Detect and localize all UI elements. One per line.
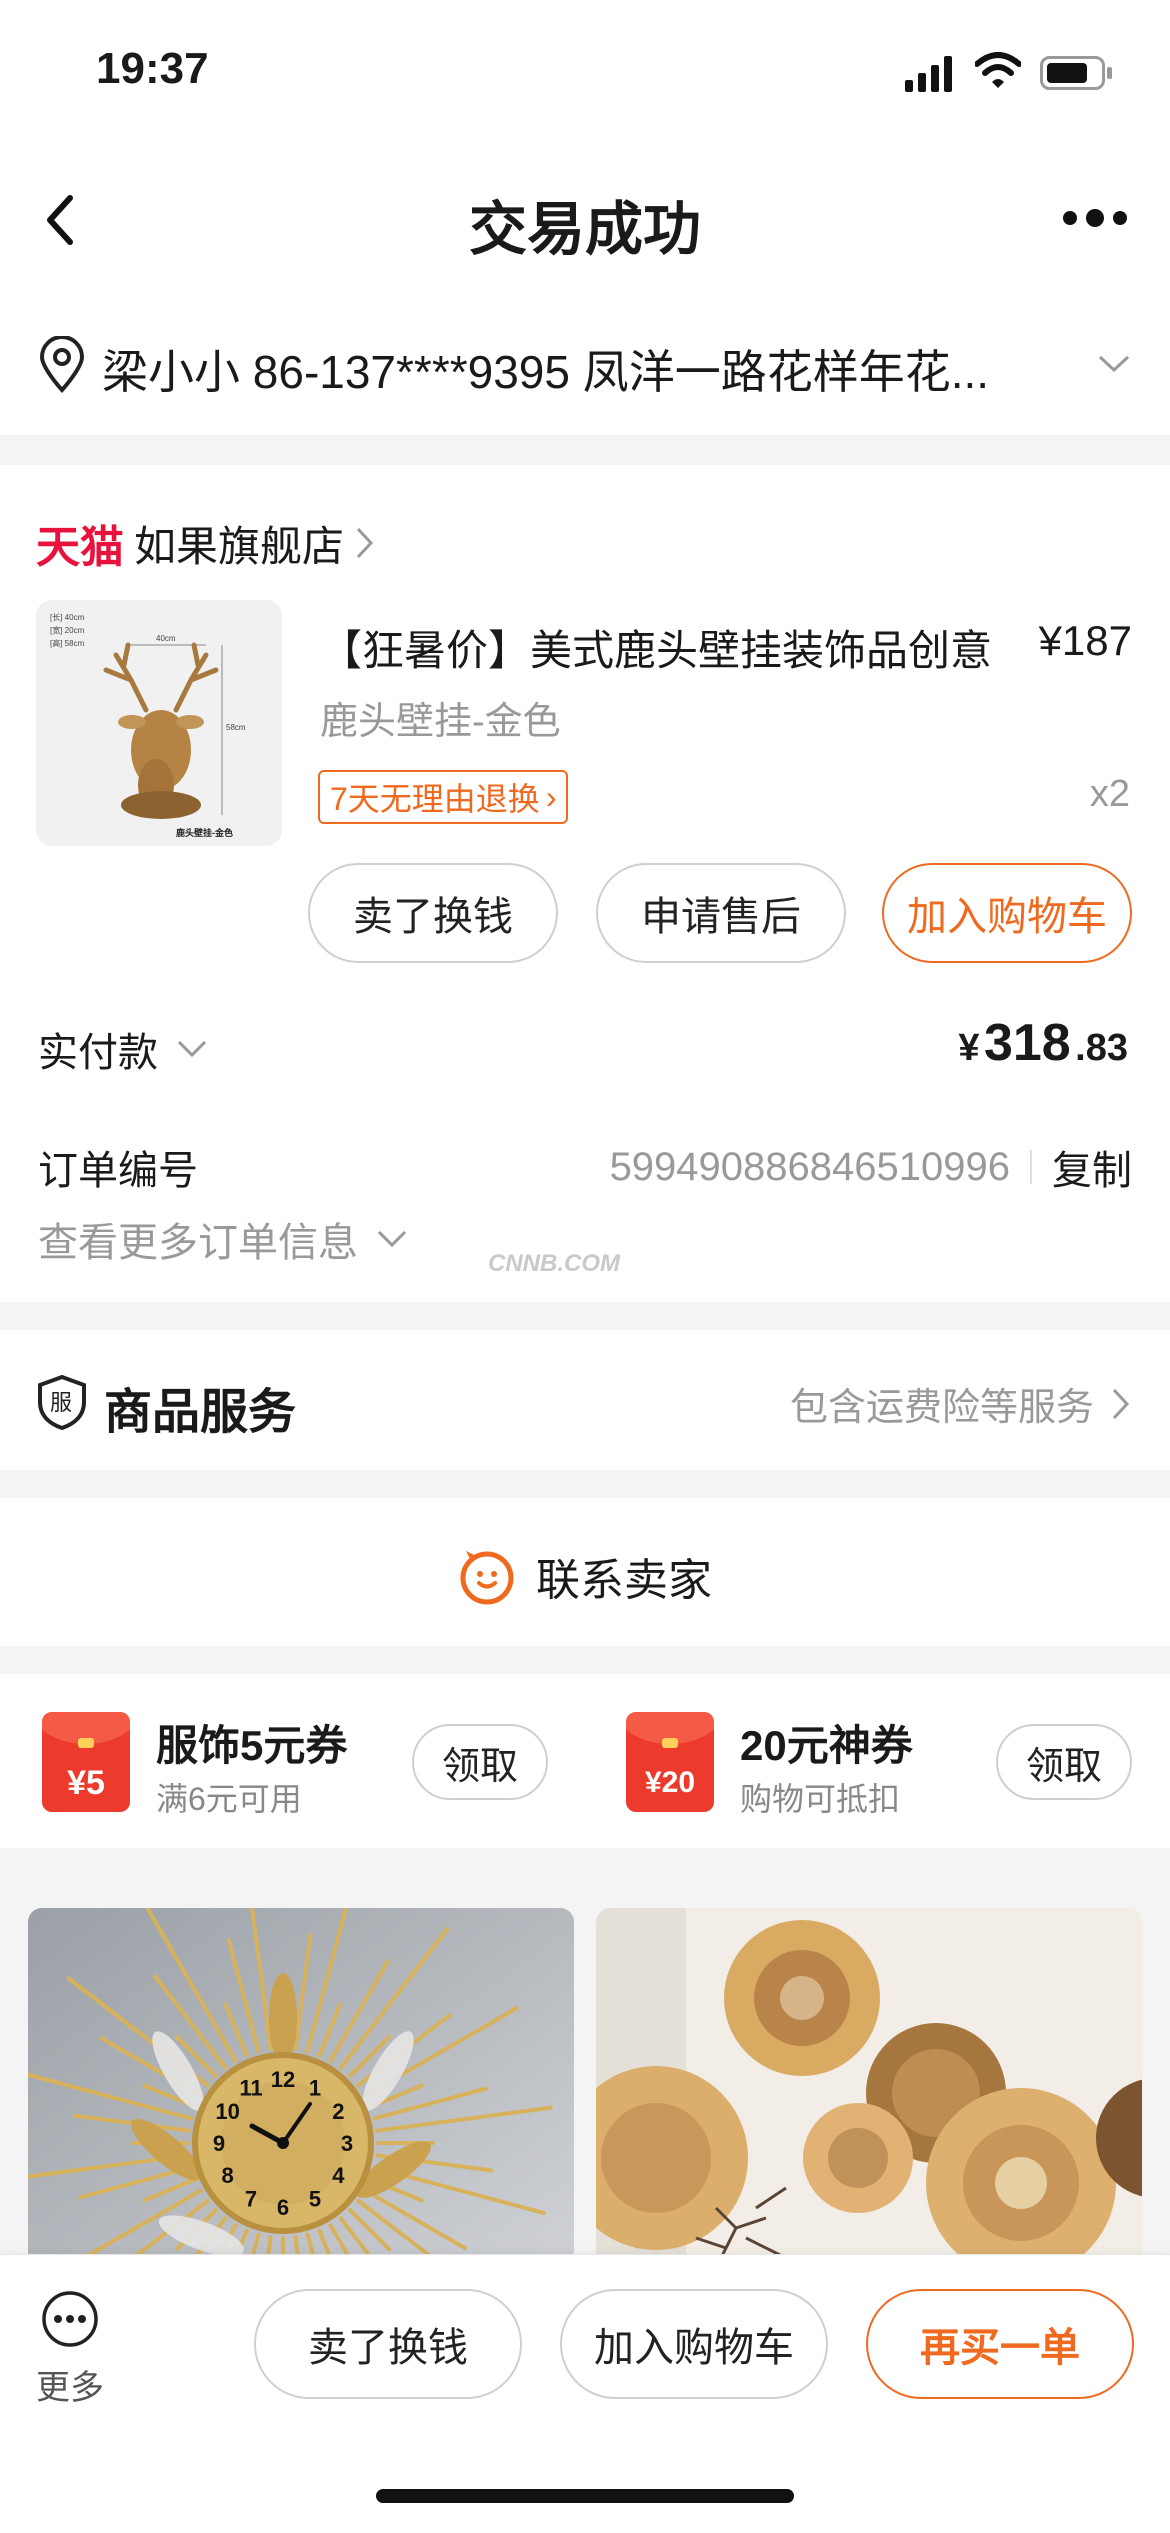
- status-time: 19:37: [96, 44, 209, 93]
- product-sku: 鹿头壁挂-金色: [320, 701, 561, 743]
- location-pin-icon: [39, 336, 85, 393]
- service-desc: 包含运费险等服务: [789, 1387, 1094, 1429]
- more-order-info[interactable]: 查看更多订单信息: [38, 1210, 408, 1268]
- order-card: 天猫 如果旗舰店 [长] 40cm [宽] 20cm [高] 58cm 40cm…: [0, 465, 1170, 1302]
- page-title: 交易成功: [468, 197, 701, 262]
- chevron-down-icon: [377, 1230, 407, 1248]
- signal-icon: [905, 56, 952, 92]
- coupon-card: ¥20 20元神券 购物可抵扣 领取: [626, 1712, 1136, 1817]
- payment-amount: ¥ 318 .83: [958, 1013, 1128, 1073]
- payment-label: 实付款: [38, 1031, 158, 1075]
- service-row[interactable]: 服 商品服务 包含运费险等服务: [0, 1330, 1170, 1470]
- coupon-card: ¥5 服饰5元券 满6元可用 领取: [42, 1712, 552, 1817]
- coupon-title: 20元神券: [740, 1722, 913, 1769]
- product-image[interactable]: [长] 40cm [宽] 20cm [高] 58cm 40cm 58cm 鹿头壁…: [36, 600, 282, 846]
- contact-seller-label: 联系卖家: [536, 1556, 712, 1605]
- coupon-title: 服饰5元券: [156, 1722, 348, 1769]
- service-desc-row: 包含运费险等服务: [790, 1376, 1132, 1431]
- store-name: 如果旗舰店: [134, 522, 345, 570]
- battery-icon: [1040, 56, 1112, 90]
- address-text: 梁小小 86-137****9395 凤洋一路花样年花...: [102, 346, 990, 398]
- add-to-cart-button[interactable]: 加入购物车: [560, 2289, 828, 2399]
- clock-number: 12: [271, 2067, 295, 2092]
- sell-button[interactable]: 卖了换钱: [308, 863, 558, 963]
- coupon-amount: ¥20: [644, 1766, 696, 1799]
- wifi-icon: [975, 52, 1021, 88]
- recommendation-card-clock[interactable]: 12 1 2 3 4 5 6 7 8 9 10 11: [28, 1908, 574, 2308]
- img-caption: 鹿头壁挂-金色: [175, 827, 233, 838]
- img-label-2: [宽] 20cm: [50, 625, 85, 635]
- watermark: CNNB.COM: [488, 1250, 620, 1277]
- recommendation-card-wall-decor[interactable]: [596, 1908, 1142, 2308]
- buy-again-button[interactable]: 再买一单: [866, 2289, 1134, 2399]
- clock-number: 7: [245, 2186, 257, 2211]
- wall-decor-product-image: [596, 1908, 1142, 2308]
- amount-decimal: .83: [1075, 1027, 1128, 1069]
- coupon-strip: ¥5 服饰5元券 满6元可用 领取 ¥20 20元神券 购物可抵扣 领取: [0, 1674, 1170, 1848]
- contact-seller-row[interactable]: 联系卖家: [0, 1498, 1170, 1646]
- product-price: ¥187: [1038, 617, 1132, 664]
- nav-bar: 交易成功: [0, 140, 1170, 290]
- clock-number: 8: [221, 2163, 233, 2188]
- claim-coupon-button[interactable]: 领取: [412, 1724, 548, 1800]
- coupon-amount: ¥5: [67, 1764, 105, 1802]
- img-label-1: [长] 40cm: [50, 612, 85, 622]
- divider: [1030, 1150, 1032, 1184]
- clock-number: 1: [309, 2076, 321, 2101]
- order-number: 5994908868465109­96: [609, 1144, 1010, 1189]
- clock-product-image: 12 12 3 45678 9 1011: [28, 1908, 574, 2308]
- more-label: 更多: [36, 2369, 104, 2407]
- return-tag[interactable]: 7天无理由退换 ›: [318, 770, 569, 824]
- more-order-info-label: 查看更多订单信息: [38, 1221, 358, 1265]
- clock-number: 3: [341, 2131, 353, 2156]
- chevron-right-icon: [356, 527, 374, 559]
- store-header[interactable]: 天猫 如果旗舰店: [36, 511, 376, 575]
- address-row[interactable]: 梁小小 86-137****9395 凤洋一路花样年花...: [0, 290, 1170, 435]
- service-title: 商品服务: [104, 1386, 297, 1439]
- return-tag-label: 7天无理由退换: [330, 781, 540, 817]
- img-label-3: [高] 58cm: [50, 638, 85, 648]
- order-number-row: 5994908868465109­96 复制: [610, 1138, 1132, 1196]
- chevron-right-icon: [1112, 1388, 1130, 1419]
- chevron-down-icon: [1098, 355, 1130, 373]
- chevron-right-icon: ›: [545, 778, 557, 815]
- claim-coupon-button[interactable]: 领取: [996, 1724, 1132, 1800]
- contact-seller[interactable]: 联系卖家: [0, 1544, 1170, 1608]
- status-bar: 19:37: [0, 0, 1170, 140]
- clock-number: 2: [332, 2099, 344, 2124]
- clock-number: 5: [309, 2186, 321, 2211]
- amount-integer: 318: [983, 1014, 1071, 1072]
- more-circle-icon: [42, 2291, 98, 2347]
- coupon-subtitle: 满6元可用: [156, 1781, 302, 1817]
- red-envelope-icon: ¥5: [42, 1712, 130, 1812]
- img-height: 58cm: [226, 723, 246, 732]
- more-actions[interactable]: 更多: [30, 2289, 110, 2409]
- clock-number: 11: [239, 2076, 262, 2101]
- sell-button[interactable]: 卖了换钱: [254, 2289, 522, 2399]
- red-envelope-icon: ¥20: [626, 1712, 714, 1812]
- product-title[interactable]: 【狂暑价】美式鹿头壁挂装饰品创意: [320, 617, 992, 678]
- tmall-logo: 天猫: [36, 523, 124, 572]
- img-width: 40cm: [156, 634, 176, 643]
- shield-service-icon: 服: [38, 1374, 86, 1430]
- currency-symbol: ¥: [958, 1027, 980, 1069]
- bottom-action-bar: 更多 卖了换钱 加入购物车 再买一单: [0, 2254, 1170, 2533]
- after-sale-button[interactable]: 申请售后: [596, 863, 846, 963]
- product-quantity: x2: [1089, 773, 1130, 815]
- chevron-down-icon: [177, 1040, 207, 1058]
- svg-text:服: 服: [50, 1390, 72, 1415]
- clock-number: 6: [277, 2195, 289, 2220]
- coupon-subtitle: 购物可抵扣: [740, 1781, 901, 1817]
- payment-label-row[interactable]: 实付款: [38, 1020, 208, 1078]
- chat-face-icon: [460, 1551, 514, 1605]
- clock-number: 4: [332, 2163, 345, 2188]
- clock-number: 10: [215, 2099, 239, 2124]
- clock-number: 9: [213, 2131, 225, 2156]
- add-to-cart-button[interactable]: 加入购物车: [882, 863, 1132, 963]
- more-icon[interactable]: [1062, 208, 1128, 228]
- home-indicator: [376, 2489, 794, 2503]
- order-number-label: 订单编号: [38, 1149, 198, 1193]
- deer-head-image: [长] 40cm [宽] 20cm [高] 58cm 40cm 58cm 鹿头壁…: [50, 612, 246, 838]
- copy-button[interactable]: 复制: [1052, 1138, 1132, 1196]
